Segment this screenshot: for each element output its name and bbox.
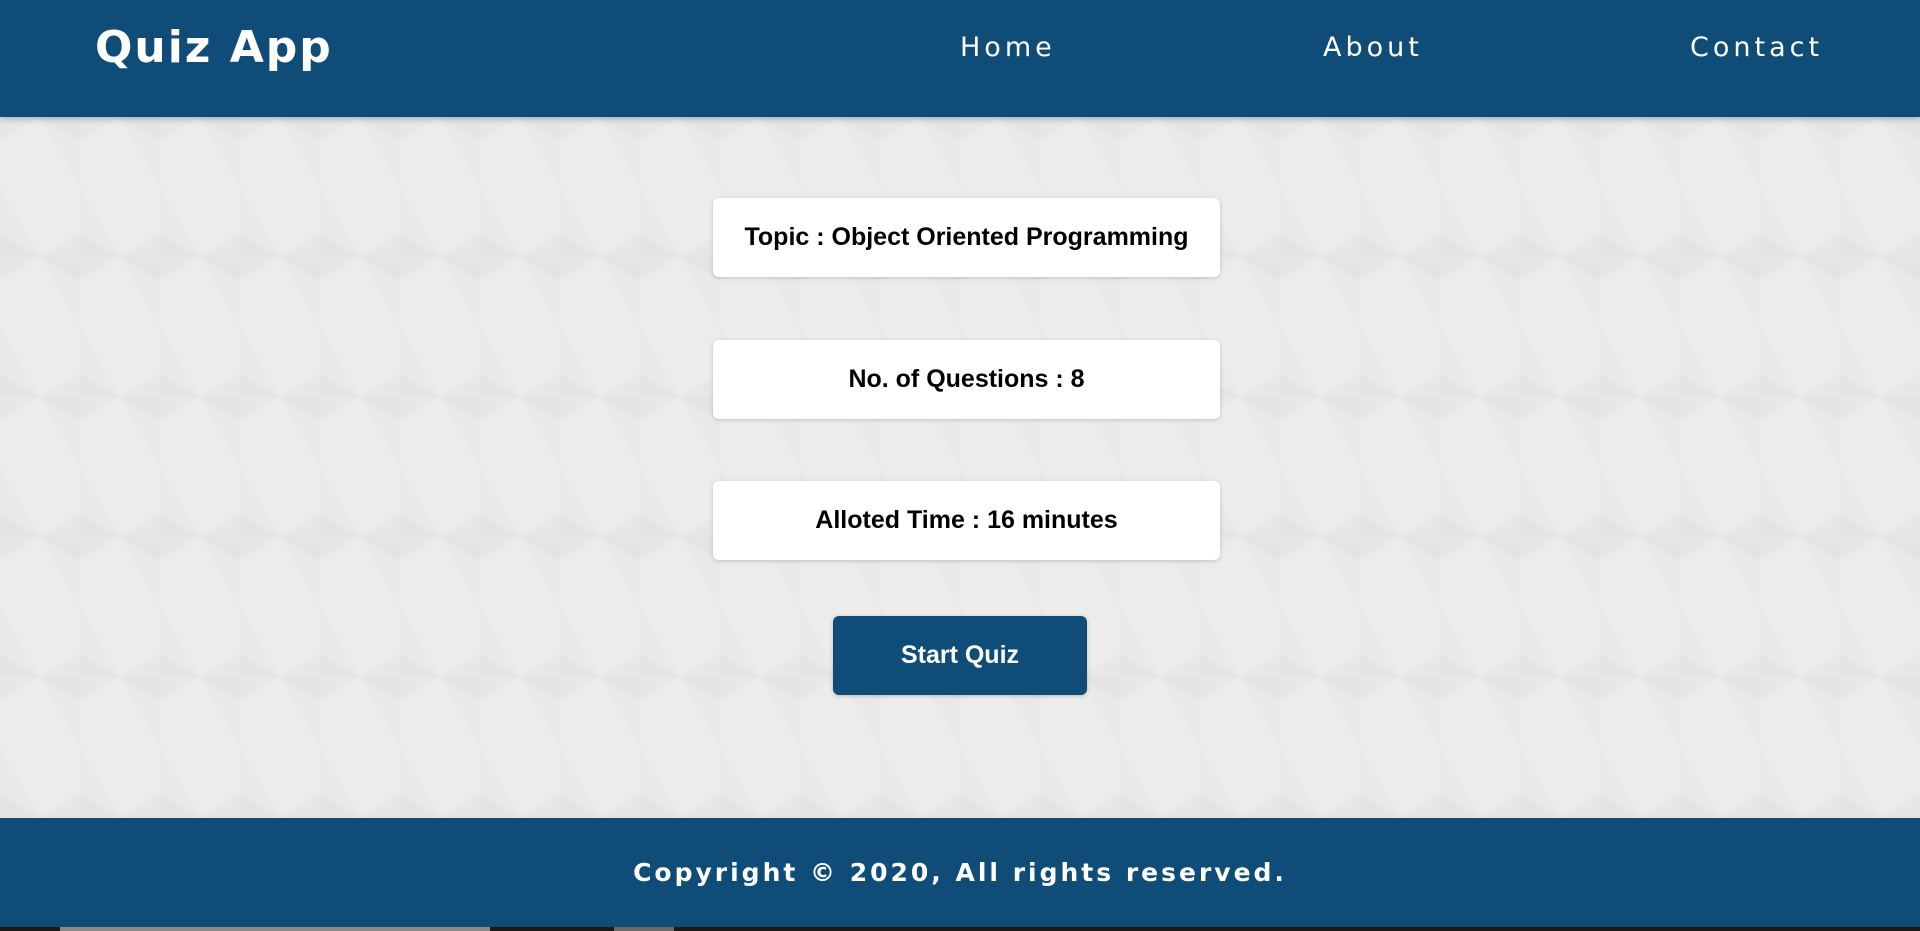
- footer: Copyright © 2020, All rights reserved.: [0, 818, 1920, 931]
- allotted-time-card: Alloted Time : 16 minutes: [713, 481, 1220, 560]
- nav-link-about[interactable]: About: [1323, 32, 1423, 64]
- topic-card: Topic : Object Oriented Programming: [713, 198, 1220, 277]
- start-quiz-button[interactable]: Start Quiz: [833, 616, 1087, 695]
- nav-link-contact[interactable]: Contact: [1690, 32, 1823, 64]
- quiz-info-section: Topic : Object Oriented Programming No. …: [0, 117, 1920, 818]
- navbar: Quiz App Home About Contact: [0, 0, 1920, 117]
- copyright-text: Copyright © 2020, All rights reserved.: [633, 858, 1287, 887]
- topic-text: Topic : Object Oriented Programming: [744, 223, 1189, 251]
- question-count-text: No. of Questions : 8: [848, 365, 1085, 393]
- scrollbar-thumb-secondary[interactable]: [614, 927, 674, 931]
- horizontal-scrollbar[interactable]: [0, 927, 1920, 931]
- question-count-card: No. of Questions : 8: [713, 340, 1220, 419]
- nav-link-home[interactable]: Home: [960, 32, 1056, 64]
- app-title: Quiz App: [95, 22, 333, 73]
- allotted-time-text: Alloted Time : 16 minutes: [815, 506, 1118, 534]
- scrollbar-thumb[interactable]: [60, 927, 490, 931]
